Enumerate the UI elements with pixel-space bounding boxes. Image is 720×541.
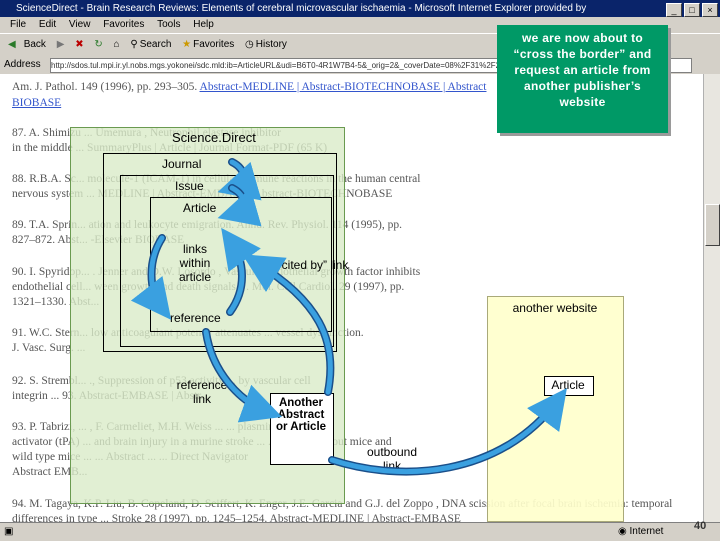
internet-zone: ◉ Internet (618, 523, 663, 541)
reference-link-arrow (202, 328, 272, 416)
diagram-arrows (130, 158, 567, 476)
status-bar: ▣ ◉ Internet (0, 522, 720, 541)
globe-icon: ◉ (618, 526, 627, 537)
scroll-thumb[interactable] (705, 204, 720, 246)
vertical-scrollbar[interactable] (703, 74, 720, 522)
page-icon: ▣ (4, 526, 14, 537)
slide-number: 40 (694, 520, 707, 532)
zone-label: Internet (629, 526, 664, 537)
